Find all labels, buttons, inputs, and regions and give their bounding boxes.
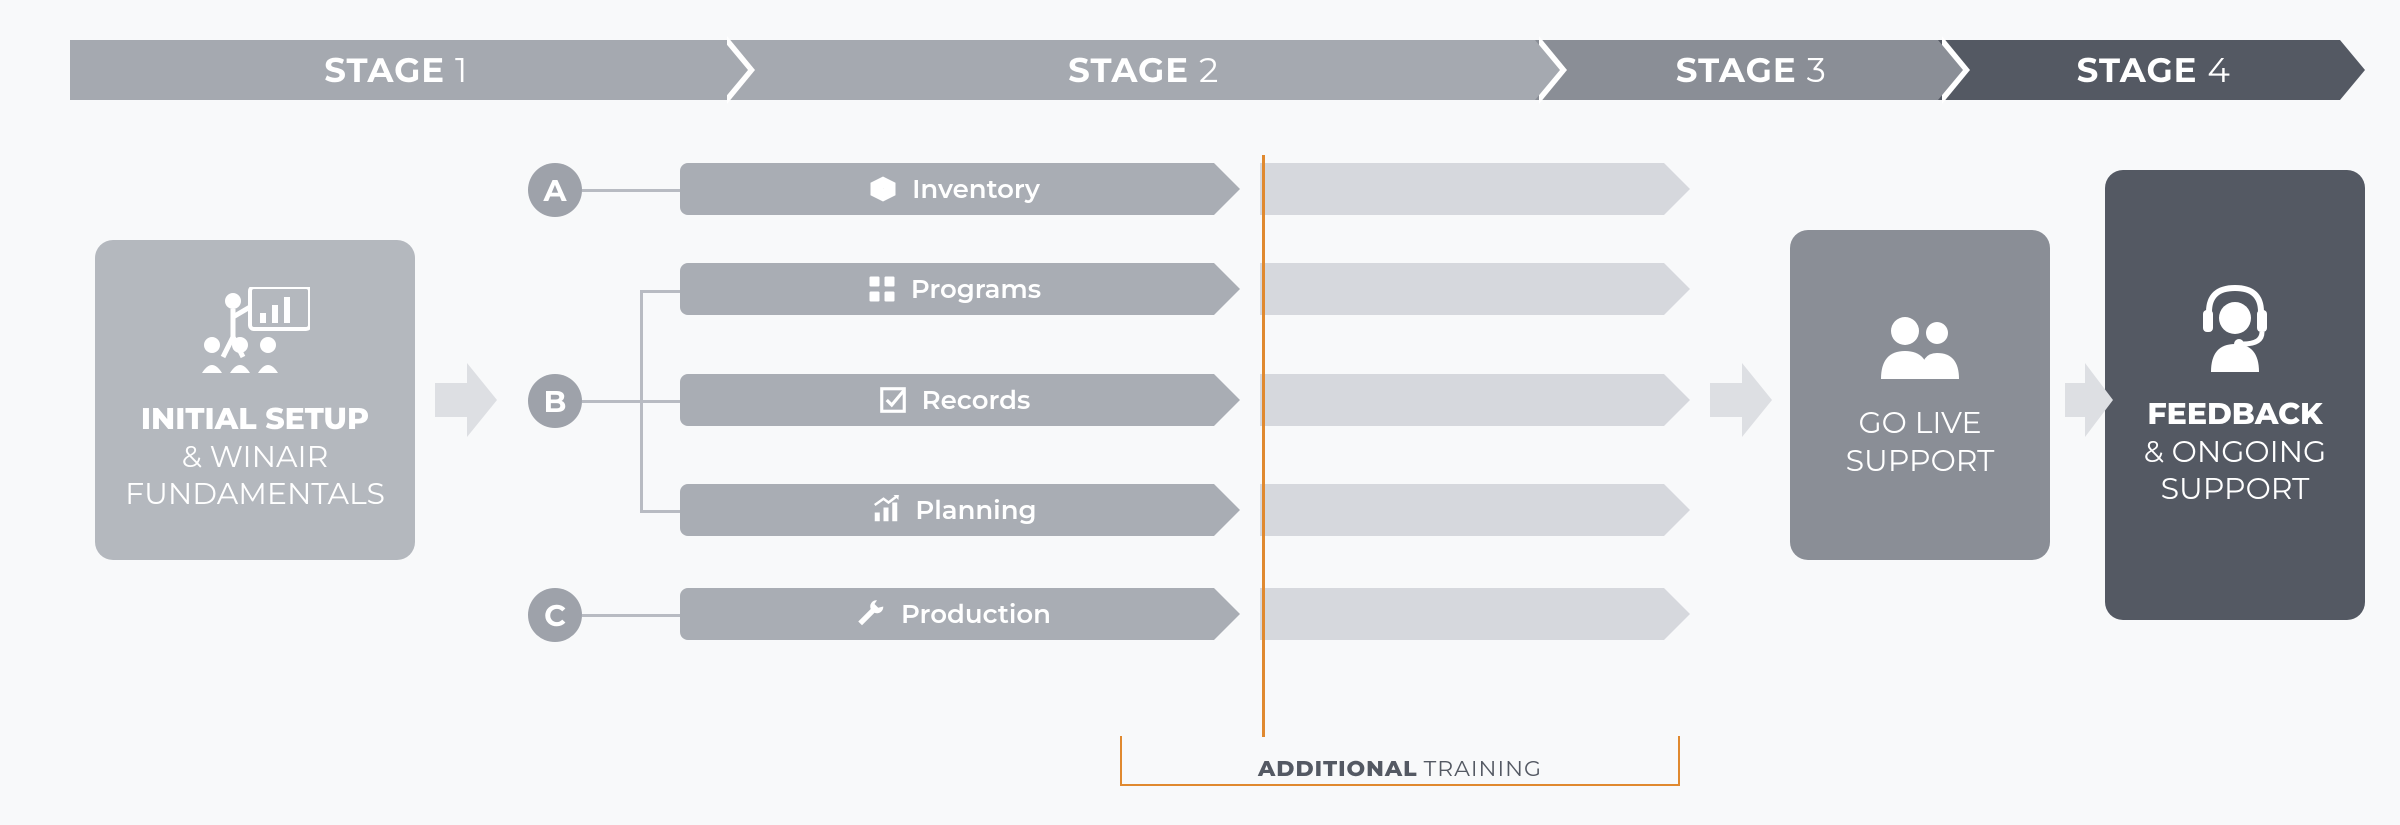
box-icon xyxy=(868,174,898,204)
stage-1-card: INITIAL SETUP & WINAIR FUNDAMENTALS xyxy=(95,240,415,560)
stage-3-card: GO LIVE SUPPORT xyxy=(1790,230,2050,560)
stage-1-line3: FUNDAMENTALS xyxy=(125,475,385,512)
chart-up-icon xyxy=(871,495,901,525)
connector-line xyxy=(582,614,682,617)
wrench-icon xyxy=(857,599,887,629)
module-production: Production xyxy=(680,588,1240,640)
stage-header: STAGE 1 STAGE 2 STAGE 3 STAGE 4 xyxy=(70,40,2340,100)
connector-line xyxy=(640,290,643,512)
connector-line xyxy=(582,400,682,403)
module-extension xyxy=(1260,374,1690,426)
module-label: Records xyxy=(922,384,1031,416)
flow-arrow-icon xyxy=(2058,363,2120,437)
stage-1-title: INITIAL SETUP xyxy=(141,400,369,437)
connector-line xyxy=(582,189,682,192)
stage-4-line2: & ONGOING xyxy=(2144,433,2327,470)
module-label: Production xyxy=(901,598,1051,630)
module-extension xyxy=(1260,263,1690,315)
additional-training-label: ADDITIONALTRAINING xyxy=(1120,736,1680,786)
connector-line xyxy=(640,510,682,513)
stage-4-title: FEEDBACK xyxy=(2147,395,2322,432)
module-inventory: Inventory xyxy=(680,163,1240,215)
stage-4-card: FEEDBACK & ONGOING SUPPORT xyxy=(2105,170,2365,620)
training-icon xyxy=(200,287,310,382)
module-extension xyxy=(1260,484,1690,536)
flow-arrow-icon xyxy=(435,363,497,437)
stage-2-header: STAGE 2 xyxy=(723,40,1536,100)
module-extension xyxy=(1260,163,1690,215)
stage-1-line2: & WINAIR xyxy=(182,438,329,475)
module-programs: Programs xyxy=(680,263,1240,315)
users-icon xyxy=(1875,311,1965,386)
module-planning: Planning xyxy=(680,484,1240,536)
grid-icon xyxy=(867,274,897,304)
module-label: Planning xyxy=(915,494,1036,526)
checkbox-icon xyxy=(878,385,908,415)
module-label: Inventory xyxy=(912,173,1040,205)
flow-arrow-icon xyxy=(1710,363,1772,437)
stage-4-line3: SUPPORT xyxy=(2161,470,2310,507)
stage-3-header: STAGE 3 xyxy=(1535,40,1938,100)
stage-3-line2: SUPPORT xyxy=(1846,442,1995,479)
headset-icon xyxy=(2195,282,2275,377)
module-extension xyxy=(1260,588,1690,640)
module-label: Programs xyxy=(911,273,1041,305)
stage-1-header: STAGE 1 xyxy=(70,40,723,100)
connector-line xyxy=(640,290,682,293)
stage-4-header: STAGE 4 xyxy=(1938,40,2341,100)
stage-3-line1: GO LIVE xyxy=(1858,404,1981,441)
group-b-badge: B xyxy=(528,374,582,428)
group-a-badge: A xyxy=(528,163,582,217)
additional-training-divider xyxy=(1262,155,1265,737)
group-c-badge: C xyxy=(528,588,582,642)
module-records: Records xyxy=(680,374,1240,426)
